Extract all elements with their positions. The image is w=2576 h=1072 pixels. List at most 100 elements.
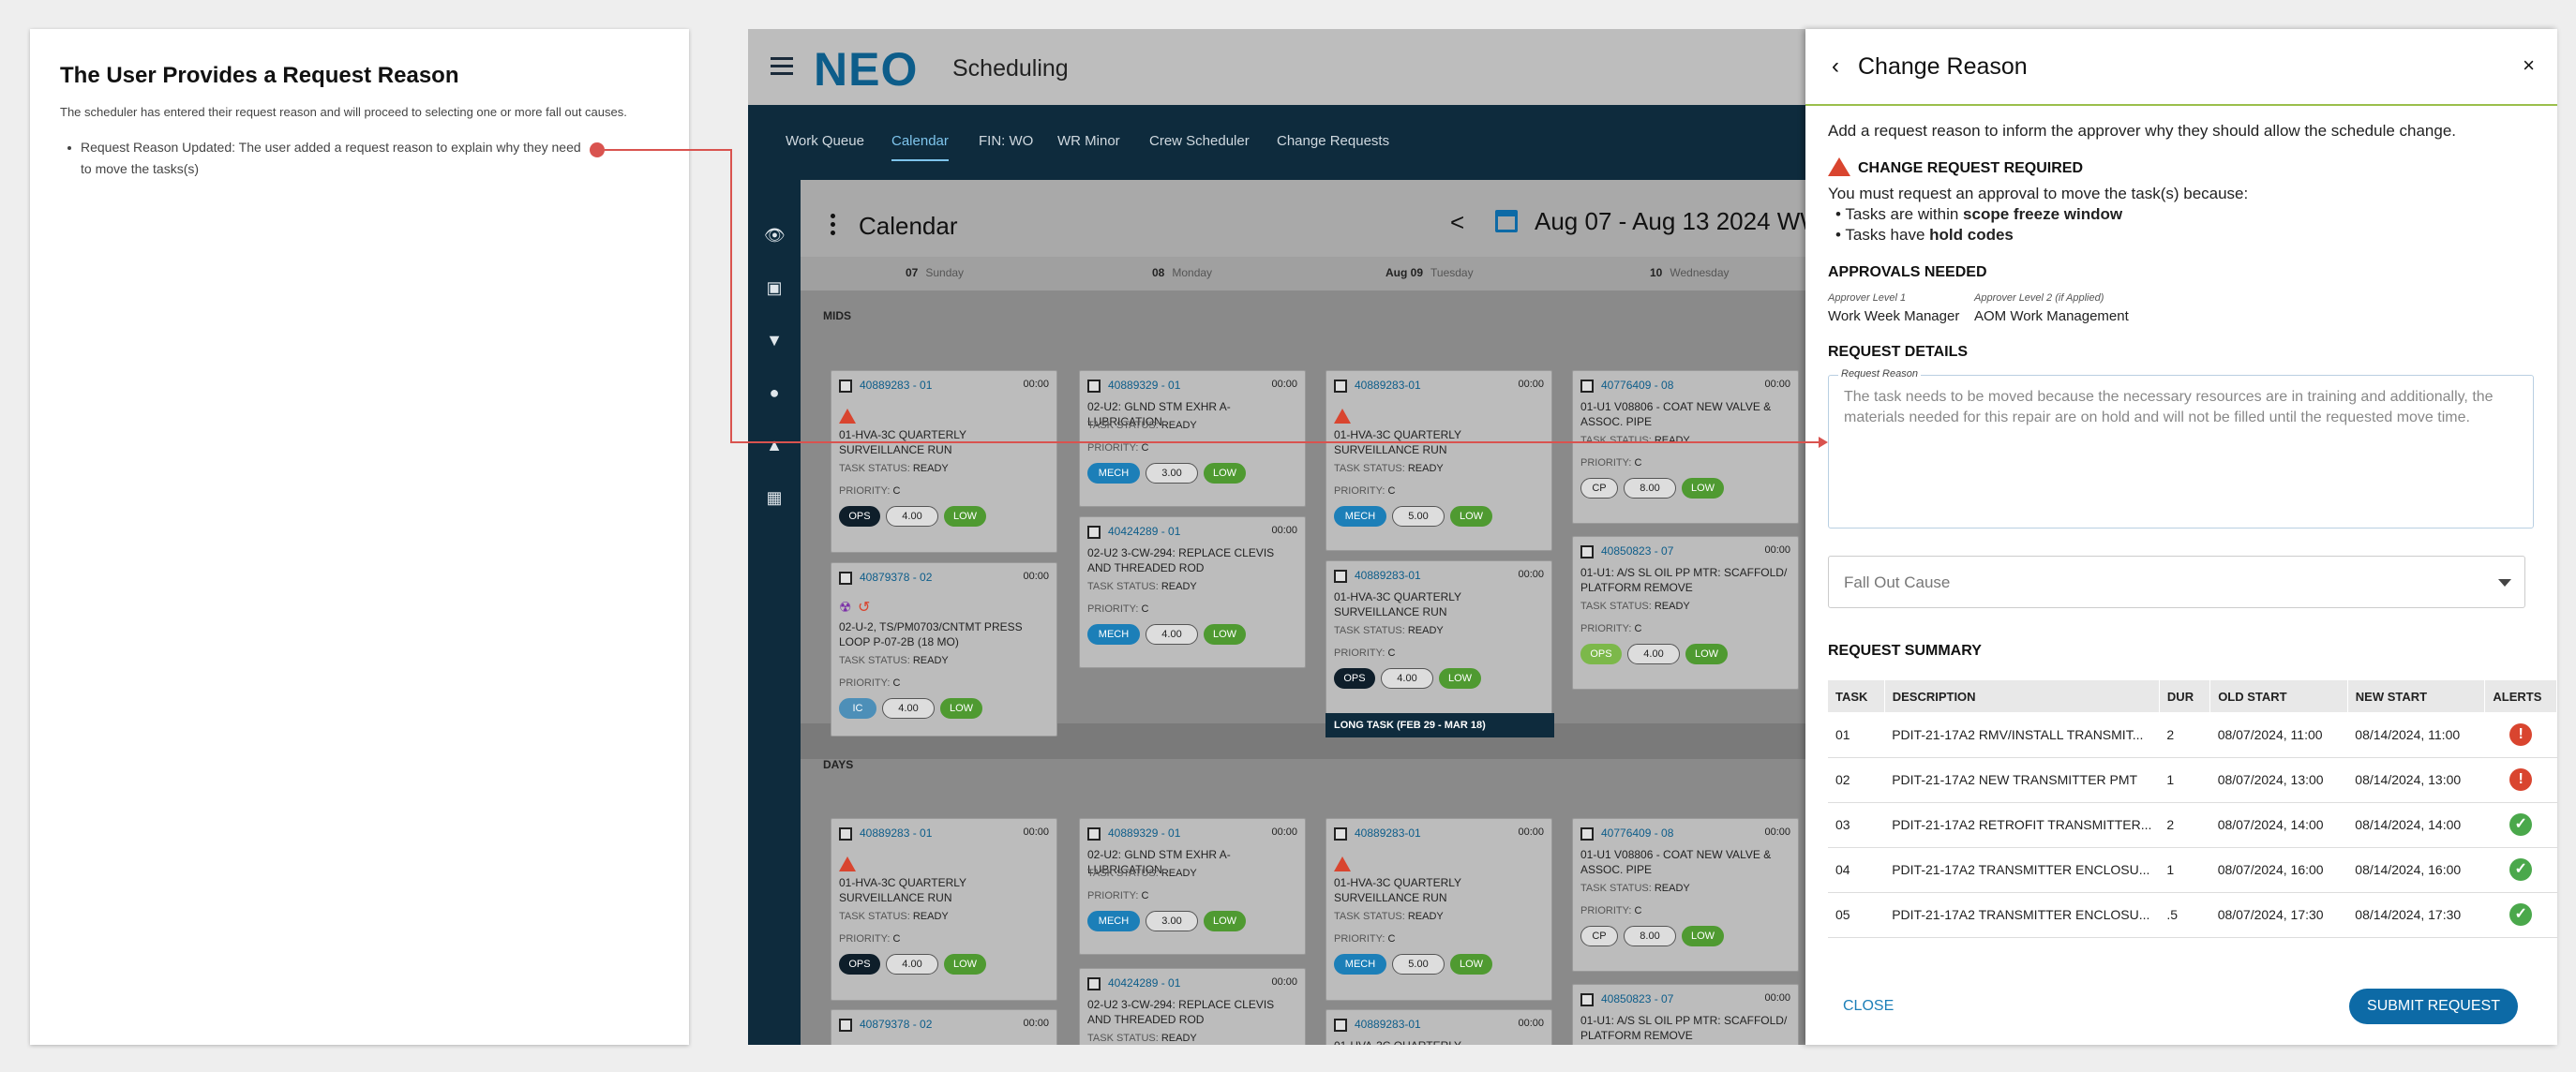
task-checkbox[interactable] <box>1087 977 1101 990</box>
save-icon[interactable]: ▣ <box>764 277 785 298</box>
task-id[interactable]: 40776409 - 08 <box>1601 826 1673 840</box>
previous-week-button[interactable]: < <box>1450 208 1464 237</box>
radiation-icon: ☢ <box>839 600 852 616</box>
task-card[interactable]: 40889283-01 00:00 01-HVA-3C QUARTERLY SUR… <box>1325 1009 1552 1045</box>
task-card[interactable]: 40776409 - 08 00:00 01-U1 V08806 - COAT N… <box>1572 818 1799 972</box>
column-header: TASK <box>1828 680 1885 712</box>
tab-work-queue[interactable]: Work Queue <box>786 133 864 149</box>
task-id[interactable]: 40850823 - 07 <box>1601 992 1673 1005</box>
task-tag: OPS <box>839 506 880 527</box>
task-card[interactable]: 40889329 - 01 00:00 02-U2: GLND STM EXHR … <box>1079 818 1306 955</box>
task-checkbox[interactable] <box>1087 380 1101 393</box>
close-button[interactable]: CLOSE <box>1843 998 1894 1015</box>
task-card[interactable]: 40889283-01 00:00 01-HVA-3C QUARTERLY SUR… <box>1325 818 1552 1001</box>
task-checkbox[interactable] <box>839 380 852 393</box>
task-id[interactable]: 40889283-01 <box>1355 569 1421 582</box>
date-picker-icon[interactable] <box>1495 210 1518 232</box>
task-id[interactable]: 40424289 - 01 <box>1108 525 1180 538</box>
submit-request-button[interactable]: SUBMIT REQUEST <box>2349 989 2518 1024</box>
task-status: TASK STATUS: READY <box>839 911 949 922</box>
task-checkbox[interactable] <box>1580 993 1594 1006</box>
error-alert-icon[interactable]: ! <box>2509 722 2533 746</box>
hamburger-menu-icon[interactable] <box>771 57 793 76</box>
task-card[interactable]: 40889329 - 01 00:00 02-U2: GLND STM EXHR … <box>1079 370 1306 507</box>
long-task-bar[interactable]: LONG TASK (FEB 29 - MAR 18) <box>1325 713 1554 737</box>
task-card[interactable]: 40889283 - 01 00:00 01-HVA-3C QUARTERLY S… <box>831 818 1057 1001</box>
task-tag: LOW <box>1685 644 1729 664</box>
table-row[interactable]: 04 PDIT-21-17A2 TRANSMITTER ENCLOSU... 1… <box>1828 847 2557 893</box>
task-status: TASK STATUS: READY <box>1334 463 1444 474</box>
error-alert-icon[interactable]: ! <box>2509 768 2533 791</box>
task-checkbox[interactable] <box>1334 827 1347 841</box>
task-card[interactable]: 40850823 - 07 00:00 01-U1: A/S SL OIL PP … <box>1572 984 1799 1045</box>
filter-icon[interactable]: ▼ <box>764 330 785 350</box>
description-cell: PDIT-21-17A2 RETROFIT TRANSMITTER... <box>1884 802 2160 848</box>
task-card[interactable]: 40424289 - 01 00:00 02-U2 3-CW-294: REPLA… <box>1079 516 1306 668</box>
task-card[interactable]: 40879378 - 02 00:00 ☢ ↺ 02-U-2, TS/PM0703/C… <box>831 562 1057 737</box>
task-card[interactable]: 40776409 - 08 00:00 01-U1 V08806 - COAT N… <box>1572 370 1799 524</box>
tab-crew-scheduler[interactable]: Crew Scheduler <box>1149 133 1250 149</box>
table-row[interactable]: 05 PDIT-21-17A2 TRANSMITTER ENCLOSU... .… <box>1828 892 2557 938</box>
annotation-panel: The User Provides a Request Reason The s… <box>30 29 689 1045</box>
task-id[interactable]: 40889283-01 <box>1355 1018 1421 1031</box>
task-id[interactable]: 40850823 - 07 <box>1601 544 1673 558</box>
task-checkbox[interactable] <box>1580 827 1594 841</box>
tab-wr-minor[interactable]: WR Minor <box>1057 133 1120 149</box>
task-tag: LOW <box>1682 926 1725 946</box>
task-card[interactable]: 40889283-01 00:00 01-HVA-3C QUARTERLY SUR… <box>1325 560 1552 732</box>
calendar-icon[interactable]: ▦ <box>764 487 785 508</box>
task-checkbox[interactable] <box>839 827 852 841</box>
date-range: Aug 07 - Aug 13 2024 WW <box>1535 207 1823 235</box>
task-checkbox[interactable] <box>839 1019 852 1032</box>
task-checkbox[interactable] <box>1334 570 1347 583</box>
task-id[interactable]: 40889283 - 01 <box>860 826 932 840</box>
column-header: DUR <box>2159 680 2211 712</box>
task-card[interactable]: 40850823 - 07 00:00 01-U1: A/S SL OIL PP … <box>1572 536 1799 690</box>
fall-out-cause-select[interactable]: Fall Out Cause <box>1828 556 2525 608</box>
task-checkbox[interactable] <box>1580 380 1594 393</box>
task-id[interactable]: 40889283 - 01 <box>860 379 932 392</box>
task-checkbox[interactable] <box>1087 827 1101 841</box>
task-id[interactable]: 40776409 - 08 <box>1601 379 1673 392</box>
task-card[interactable]: 40889283-01 00:00 01-HVA-3C QUARTERLY SUR… <box>1325 370 1552 551</box>
task-time: 00:00 <box>1271 525 1297 536</box>
task-card[interactable]: 40424289 - 01 00:00 02-U2 3-CW-294: REPLA… <box>1079 968 1306 1045</box>
task-card[interactable]: 40889283 - 01 00:00 01-HVA-3C QUARTERLY S… <box>831 370 1057 553</box>
task-checkbox[interactable] <box>1087 526 1101 539</box>
table-row[interactable]: 02 PDIT-21-17A2 NEW TRANSMITTER PMT 1 08… <box>1828 757 2557 803</box>
task-id[interactable]: 40889329 - 01 <box>1108 379 1180 392</box>
task-description: 01-U1: A/S SL OIL PP MTR: SCAFFOLD/ PLAT… <box>1580 566 1788 594</box>
task-status: TASK STATUS: READY <box>1580 883 1690 894</box>
ok-check-icon: ✓ <box>2509 858 2533 881</box>
task-status: TASK STATUS: READY <box>1087 868 1197 879</box>
summary-heading: REQUEST SUMMARY <box>1828 643 1982 659</box>
task-checkbox[interactable] <box>839 572 852 585</box>
tab-fin-wo[interactable]: FIN: WO <box>979 133 1033 149</box>
alert-cell: ✓ <box>2484 802 2557 848</box>
task-checkbox[interactable] <box>1580 545 1594 558</box>
kebab-menu-icon[interactable] <box>831 214 836 236</box>
task-id[interactable]: 40879378 - 02 <box>860 571 932 584</box>
task-checkbox[interactable] <box>1334 380 1347 393</box>
table-row[interactable]: 03 PDIT-21-17A2 RETROFIT TRANSMITTER... … <box>1828 802 2557 848</box>
table-row[interactable]: 01 PDIT-21-17A2 RMV/INSTALL TRANSMIT... … <box>1828 712 2557 758</box>
task-time: 00:00 <box>1023 1018 1049 1029</box>
task-id[interactable]: 40889329 - 01 <box>1108 826 1180 840</box>
task-id[interactable]: 40889283-01 <box>1355 826 1421 840</box>
crew-icon[interactable]: ● <box>764 382 785 403</box>
warning-icon[interactable]: ▲ <box>764 435 785 455</box>
tab-change-requests[interactable]: Change Requests <box>1277 133 1389 149</box>
close-icon[interactable]: × <box>2523 53 2535 78</box>
alert-cell: ✓ <box>2484 847 2557 893</box>
eye-icon[interactable]: 👁 <box>764 225 786 246</box>
task-id[interactable]: 40424289 - 01 <box>1108 976 1180 990</box>
tab-calendar[interactable]: Calendar <box>891 133 949 161</box>
task-card[interactable]: 40879378 - 02 00:00☢↺ <box>831 1009 1057 1045</box>
request-reason-textarea[interactable]: Request Reason The task needs to be move… <box>1828 368 2534 529</box>
task-checkbox[interactable] <box>1334 1019 1347 1032</box>
task-tag: LOW <box>1450 954 1493 975</box>
task-id[interactable]: 40879378 - 02 <box>860 1018 932 1031</box>
back-chevron-icon[interactable]: ‹ <box>1832 53 1839 80</box>
task-id[interactable]: 40889283-01 <box>1355 379 1421 392</box>
new-start-cell: 08/14/2024, 17:30 <box>2347 892 2485 938</box>
